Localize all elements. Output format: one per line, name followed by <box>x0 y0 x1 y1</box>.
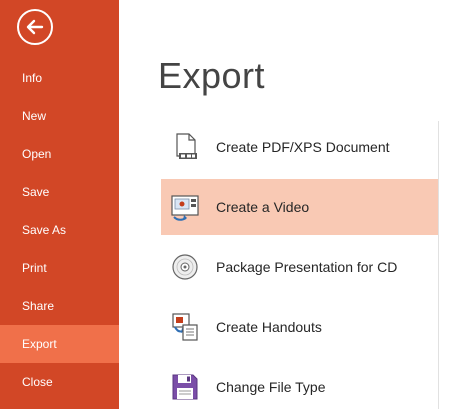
floppy-disk-icon <box>172 374 198 400</box>
option-create-handouts[interactable]: Create Handouts <box>161 299 438 355</box>
sidebar-item-export[interactable]: Export <box>0 325 119 363</box>
option-label: Create a Video <box>216 199 310 215</box>
sidebar-item-save[interactable]: Save <box>0 173 119 211</box>
page-title: Export <box>158 55 266 96</box>
video-icon <box>171 195 199 221</box>
option-package-cd[interactable]: Package Presentation for CD <box>161 239 438 295</box>
sidebar-item-new[interactable]: New <box>0 97 119 135</box>
cd-icon <box>172 254 198 280</box>
option-create-pdf-xps[interactable]: Create PDF/XPS Document <box>161 119 438 175</box>
back-arrow-icon <box>26 19 44 35</box>
handouts-icon <box>172 313 198 341</box>
back-button[interactable] <box>17 9 53 45</box>
backstage-sidebar: Info New Open Save Save As Print Share E… <box>0 0 119 409</box>
option-label: Change File Type <box>216 379 326 395</box>
sidebar-item-share[interactable]: Share <box>0 287 119 325</box>
sidebar-item-save-as[interactable]: Save As <box>0 211 119 249</box>
option-change-file-type[interactable]: Change File Type <box>161 359 438 415</box>
option-label: Create PDF/XPS Document <box>216 139 390 155</box>
panel-divider <box>438 121 439 409</box>
pdf-document-icon <box>176 133 197 159</box>
option-create-video[interactable]: Create a Video <box>161 179 438 235</box>
option-label: Package Presentation for CD <box>216 259 398 275</box>
option-label: Create Handouts <box>216 319 322 335</box>
sidebar-item-info[interactable]: Info <box>0 59 119 97</box>
sidebar-item-print[interactable]: Print <box>0 249 119 287</box>
sidebar-item-open[interactable]: Open <box>0 135 119 173</box>
sidebar-item-close[interactable]: Close <box>0 363 119 401</box>
